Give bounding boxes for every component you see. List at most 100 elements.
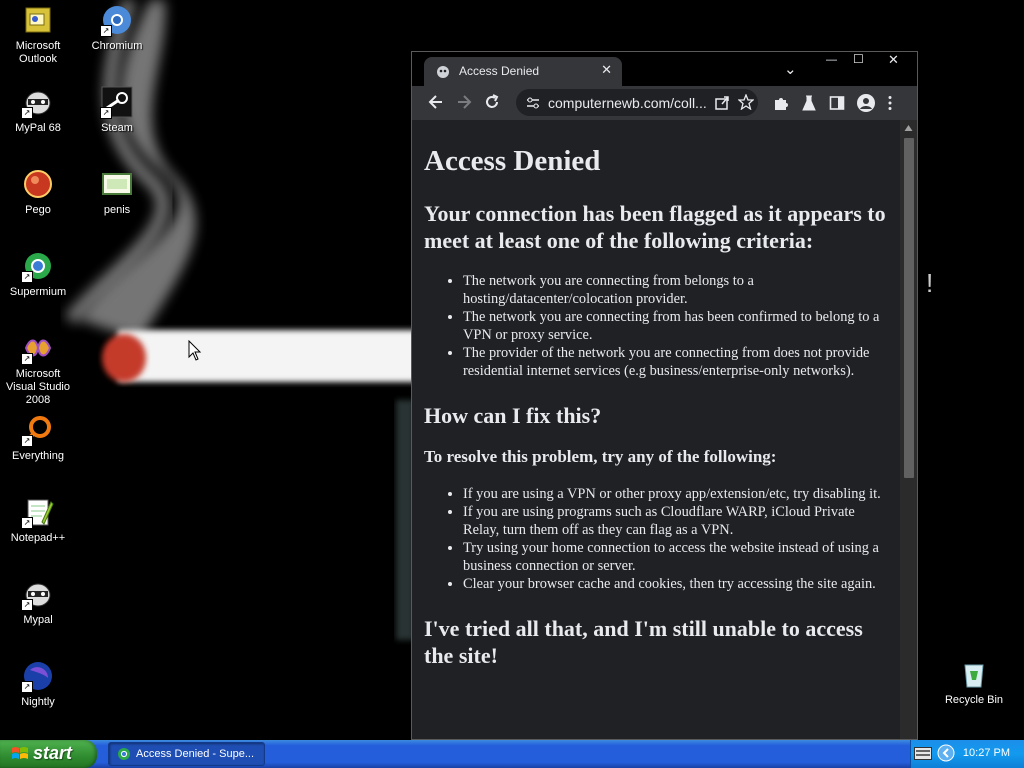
shortcut-arrow-icon: ↗ <box>21 435 33 447</box>
taskbar: start Access Denied - Supe... 10:27 PM <box>0 740 1024 768</box>
list-item: Try using your home connection to access… <box>463 539 892 575</box>
tab-title: Access Denied <box>459 64 540 78</box>
desktop-icon-label: Recycle Bin <box>944 694 1004 706</box>
desktop-icon-recycle-bin[interactable]: Recycle Bin <box>936 658 1012 707</box>
favicon-icon <box>437 66 449 78</box>
image-file-icon <box>101 168 133 200</box>
list-item: The network you are connecting from belo… <box>463 272 892 308</box>
shortcut-arrow-icon: ↗ <box>100 25 112 37</box>
shortcut-arrow-icon: ↗ <box>21 271 33 283</box>
desktop-icon-chromium[interactable]: ↗ Chromium <box>79 4 155 53</box>
raccoon-icon: ↗ <box>21 578 54 611</box>
start-button[interactable]: start <box>0 740 97 768</box>
mouse-cursor-icon <box>188 340 202 361</box>
desktop-icon-steam[interactable]: ↗ Steam <box>79 86 155 135</box>
desktop-icon-label: Notepad++ <box>10 532 66 544</box>
heading-resolve: To resolve this problem, try any of the … <box>424 447 777 466</box>
desktop-icon-label: Chromium <box>91 40 143 52</box>
desktop-icon-nightly[interactable]: ↗ Nightly <box>0 660 76 709</box>
share-icon[interactable] <box>714 95 730 111</box>
address-bar[interactable]: computernewb.com/coll... <box>516 89 758 116</box>
browser-window: Access Denied ✕ ⌄ — ☐ ✕ computernewb.com… <box>411 51 918 740</box>
notepadpp-icon: ↗ <box>21 496 54 529</box>
chromium-icon: ↗ <box>100 4 133 37</box>
close-window-button[interactable]: ✕ <box>888 52 899 68</box>
svg-text:!: ! <box>926 268 933 298</box>
desktop-icon-label: Microsoft Visual Studio 2008 <box>5 368 70 406</box>
lab-flask-icon[interactable] <box>801 95 817 111</box>
desktop-icon-notepadpp[interactable]: ↗ Notepad++ <box>0 496 76 545</box>
desktop-icon-mypal68[interactable]: ↗ MyPal 68 <box>0 86 76 135</box>
desktop-icon-image-file[interactable]: penis <box>79 168 155 217</box>
system-tray: 10:27 PM <box>910 740 1024 768</box>
desktop-icon-pego[interactable]: Pego <box>0 168 76 217</box>
heading-fix: How can I fix this? <box>424 403 602 428</box>
desktop-icon-label: Steam <box>101 122 133 134</box>
maximize-button[interactable]: ☐ <box>853 52 864 66</box>
profile-avatar-icon[interactable] <box>856 93 876 113</box>
pego-icon <box>22 168 54 200</box>
desktop-icon-everything[interactable]: ↗ Everything <box>0 414 76 463</box>
page-viewport: Access Denied Your connection has been f… <box>412 120 900 739</box>
tab-list-chevron-down-icon[interactable]: ⌄ <box>784 60 797 78</box>
side-panel-icon[interactable] <box>829 95 845 111</box>
page-title: Access Denied <box>424 145 601 177</box>
tab-close-icon[interactable]: ✕ <box>601 63 612 78</box>
shortcut-arrow-icon: ↗ <box>21 107 33 119</box>
shortcut-arrow-icon: ↗ <box>21 517 33 529</box>
steam-icon: ↗ <box>100 86 133 119</box>
raccoon-icon: ↗ <box>21 86 54 119</box>
list-item: The provider of the network you are conn… <box>463 344 892 380</box>
supermium-icon: ↗ <box>21 250 54 283</box>
nightly-icon: ↗ <box>21 660 54 693</box>
menu-kebab-icon[interactable] <box>887 95 893 111</box>
site-settings-icon[interactable] <box>526 96 540 110</box>
supermium-icon <box>118 748 130 760</box>
desktop-icon-label: Microsoft Outlook <box>15 40 61 65</box>
browser-titlebar: Access Denied ✕ ⌄ — ☐ ✕ <box>412 52 917 86</box>
clock: 10:27 PM <box>962 747 1010 759</box>
list-item: If you are using programs such as Cloudf… <box>463 503 892 539</box>
scrollbar-thumb[interactable] <box>904 138 914 478</box>
shortcut-arrow-icon: ↗ <box>21 599 33 611</box>
outlook-icon <box>22 4 54 36</box>
heading-flagged: Your connection has been flagged as it a… <box>424 201 886 253</box>
scroll-up-arrow-icon[interactable] <box>904 124 913 132</box>
list-item: If you are using a VPN or other proxy ap… <box>463 485 892 503</box>
desktop-icon-label: Everything <box>12 450 64 462</box>
taskbar-item-browser[interactable]: Access Denied - Supe... <box>108 742 265 766</box>
desktop-icon-visual-studio[interactable]: ↗ Microsoft Visual Studio 2008 <box>0 332 76 407</box>
everything-search-icon: ↗ <box>21 414 54 447</box>
list-item: Clear your browser cache and cookies, th… <box>463 575 892 593</box>
browser-toolbar: computernewb.com/coll... <box>412 86 917 120</box>
forward-arrow-icon[interactable] <box>454 92 474 112</box>
heading-tried: I've tried all that, and I'm still unabl… <box>424 616 863 668</box>
extensions-puzzle-icon[interactable] <box>773 95 789 111</box>
tab-access-denied[interactable]: Access Denied ✕ <box>424 57 622 86</box>
minimize-button[interactable]: — <box>826 54 837 66</box>
fixes-list: If you are using a VPN or other proxy ap… <box>424 485 892 593</box>
back-arrow-icon[interactable] <box>426 92 446 112</box>
desktop-icon-label: Nightly <box>21 696 55 708</box>
list-item: The network you are connecting from has … <box>463 308 892 344</box>
visual-studio-icon: ↗ <box>21 332 54 365</box>
shortcut-arrow-icon: ↗ <box>100 107 112 119</box>
desktop-icon-supermium[interactable]: ↗ Supermium <box>0 250 76 299</box>
start-label: start <box>33 743 73 763</box>
taskbar-item-label: Access Denied - Supe... <box>136 748 255 760</box>
desktop-icon-label: Pego <box>25 204 51 216</box>
vertical-scrollbar[interactable] <box>900 120 917 739</box>
bookmark-star-icon[interactable] <box>738 94 754 110</box>
shortcut-arrow-icon: ↗ <box>21 353 33 365</box>
desktop-icon-label: MyPal 68 <box>15 122 61 134</box>
shortcut-arrow-icon: ↗ <box>21 681 33 693</box>
recycle-bin-icon <box>958 658 990 690</box>
page-content: Access Denied Your connection has been f… <box>424 120 892 669</box>
tray-expand-chevron-icon[interactable] <box>937 744 955 762</box>
desktop-icon-label: Mypal <box>23 614 53 626</box>
reload-icon[interactable] <box>482 92 502 112</box>
desktop-icon-label: penis <box>103 204 131 216</box>
keyboard-icon[interactable] <box>914 747 932 760</box>
desktop-icon-outlook[interactable]: Microsoft Outlook <box>0 4 76 66</box>
desktop-icon-mypal[interactable]: ↗ Mypal <box>0 578 76 627</box>
